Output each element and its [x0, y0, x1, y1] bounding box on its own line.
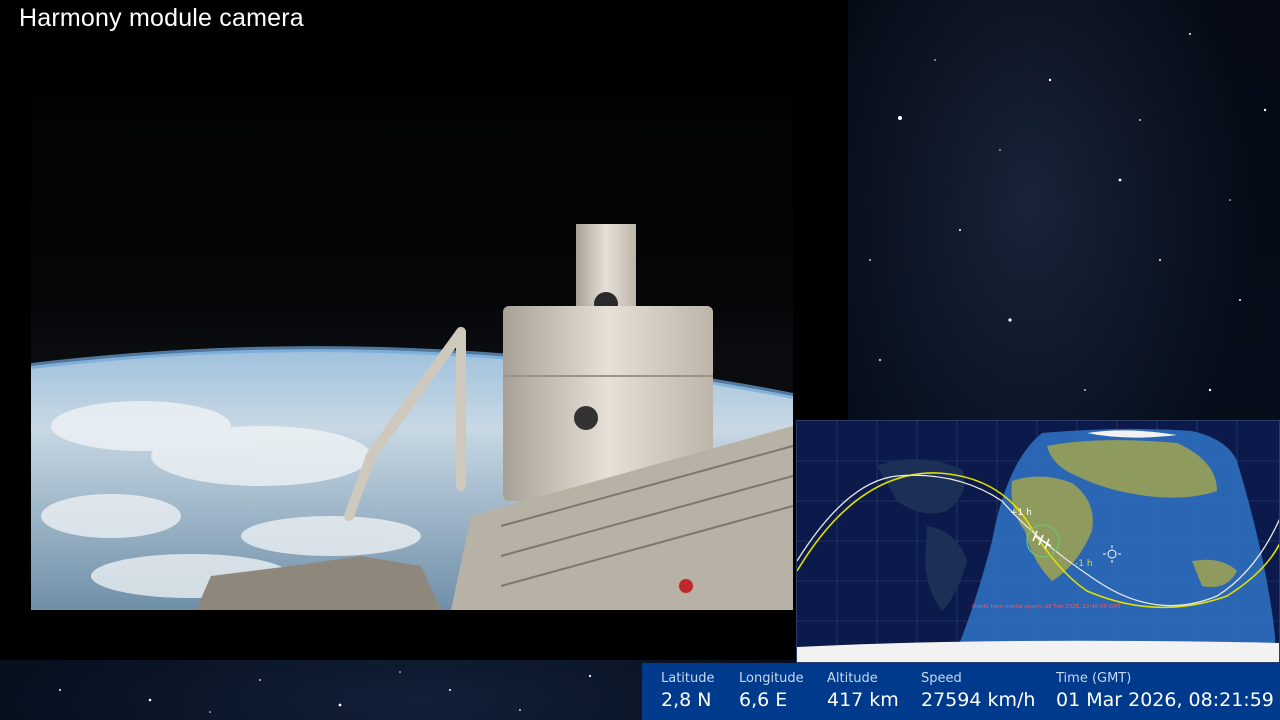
altitude-readout: Altitude 417 km: [827, 671, 899, 711]
speed-readout: Speed 27594 km/h: [921, 671, 1035, 711]
latitude-value: 2,8 N: [661, 689, 712, 711]
time-value: 01 Mar 2026, 08:21:59: [1056, 689, 1274, 711]
map-footnote: Orbits from orbital epoch: 28 Feb 2026, …: [972, 604, 1122, 610]
altitude-value: 417 km: [827, 689, 899, 711]
feed-title: Harmony module camera: [19, 4, 304, 32]
time-readout: Time (GMT) 01 Mar 2026, 08:21:59: [1056, 671, 1274, 711]
orbit-mark-1: +1 h: [1010, 508, 1032, 518]
camera-feed-frame: Harmony module camera: [0, 0, 848, 660]
altitude-label: Altitude: [827, 671, 878, 686]
longitude-label: Longitude: [739, 671, 804, 686]
telemetry-bar: Latitude 2,8 N Longitude 6,6 E Altitude …: [642, 663, 1280, 720]
time-label: Time (GMT): [1056, 671, 1132, 686]
latitude-readout: Latitude 2,8 N: [661, 671, 715, 711]
speed-value: 27594 km/h: [921, 689, 1036, 711]
longitude-readout: Longitude 6,6 E: [739, 671, 804, 711]
longitude-value: 6,6 E: [739, 689, 788, 711]
speed-label: Speed: [921, 671, 962, 686]
ground-track-map[interactable]: +1 h -1 h Orbits from orbital epoch: 28 …: [796, 420, 1280, 663]
world-map: +1 h -1 h Orbits from orbital epoch: 28 …: [797, 421, 1279, 662]
latitude-label: Latitude: [661, 671, 715, 686]
camera-video[interactable]: [31, 96, 793, 610]
earth-and-station-scene: [31, 224, 793, 610]
orbit-mark-2: -1 h: [1075, 559, 1093, 569]
